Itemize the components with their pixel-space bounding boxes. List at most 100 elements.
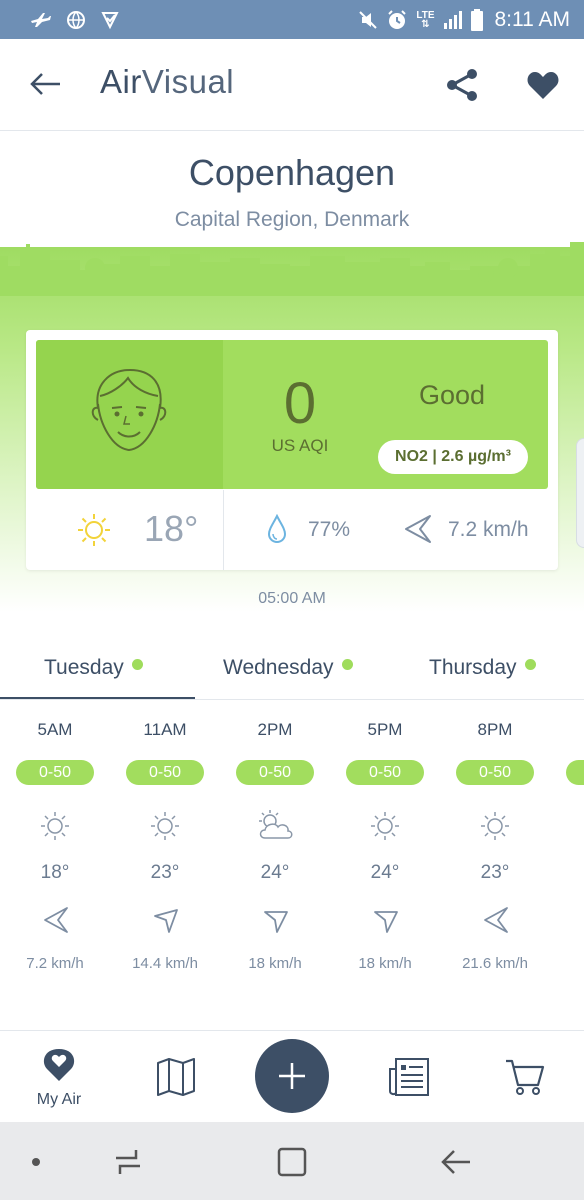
sun-icon (371, 812, 399, 840)
sun-icon (78, 514, 110, 546)
news-icon (389, 1058, 429, 1096)
aqi-unit: US AQI (271, 436, 329, 455)
alarm-icon (388, 9, 407, 29)
partly-cloudy-icon (259, 810, 293, 839)
current-weather: 18° 77% 7.2 km/h (26, 490, 558, 570)
forecast-aqi-badge: 0-50 (236, 760, 314, 785)
aqi-status: Good (418, 380, 486, 410)
aqi-dot (341, 658, 353, 670)
bottom-nav: My Air (0, 1030, 584, 1122)
forecast-item: 21 (550, 700, 584, 1000)
wind-direction-icon (374, 911, 398, 933)
home-button[interactable] (272, 1142, 312, 1182)
main-pollutant-badge: NO2 | 2.6 µg/m³ (378, 440, 528, 474)
globe-icon (67, 10, 85, 29)
current-temperature: 18° (144, 508, 199, 549)
forecast-aqi-badge (566, 760, 584, 785)
forecast-item: 8PM 0-50 23° 21.6 km/h (440, 700, 550, 1000)
signal-icon (443, 10, 462, 29)
heart-location-icon (43, 1049, 75, 1081)
assistant-dot-button[interactable] (20, 1142, 60, 1182)
nav-news[interactable] (384, 1031, 434, 1123)
city-skyline-illustration (0, 242, 584, 296)
forecast-temperature: 18° (40, 862, 70, 883)
add-location-button[interactable] (255, 1039, 329, 1113)
wind-speed-value: 7.2 km/h (448, 518, 529, 541)
wind-direction-icon (154, 909, 178, 933)
nav-my-air[interactable]: My Air (24, 1031, 94, 1123)
forecast-time: 2PM (257, 720, 293, 739)
home-square-icon (277, 1147, 307, 1177)
sun-icon (481, 812, 509, 840)
aqi-card[interactable]: 0 US AQI Good NO2 | 2.6 µg/m³ 18° 77% 7.… (26, 330, 558, 570)
forecast-aqi-badge: 0-50 (346, 760, 424, 785)
forecast-item: 5PM 0-50 24° 18 km/h (330, 700, 440, 1000)
back-arrow-icon (441, 1150, 470, 1174)
water-drop-icon (267, 514, 287, 544)
airplane-mode-icon (31, 12, 51, 27)
wind-direction-icon (44, 907, 68, 933)
wind-direction-icon (484, 907, 508, 933)
cart-icon (506, 1059, 545, 1095)
city-name: Copenhagen (188, 152, 396, 193)
system-back-button[interactable] (436, 1142, 476, 1182)
forecast-wind: 18 km/h (248, 955, 302, 972)
forecast-aqi-badge: 0-50 (16, 760, 94, 785)
humidity-value: 77% (308, 518, 351, 541)
forecast-wind: 7.2 km/h (26, 955, 84, 972)
favorite-button[interactable] (526, 69, 560, 101)
tab-thursday[interactable]: Thursday (429, 640, 536, 700)
forecast-aqi-badge: 0-50 (456, 760, 534, 785)
day-tabs: Tuesday Wednesday Thursday (0, 640, 584, 700)
forecast-time: 5AM (37, 720, 73, 739)
hourly-forecast[interactable]: 5AM 0-50 18° 7.2 km/h 11AM 0-50 23° 14.4… (0, 700, 584, 1000)
forecast-item: 11AM 0-50 23° 14.4 km/h (110, 700, 220, 1000)
dot-icon (32, 1158, 40, 1166)
heart-icon (527, 72, 559, 99)
back-button[interactable] (28, 69, 62, 99)
aqi-dot (524, 658, 536, 670)
app-header: AirVisual (0, 39, 584, 131)
divider (223, 490, 224, 570)
battery-icon (470, 8, 483, 31)
download-check-icon (101, 11, 119, 29)
nav-shop[interactable] (502, 1031, 550, 1123)
back-arrow-icon (30, 73, 60, 95)
system-navigation-bar (0, 1122, 584, 1200)
forecast-wind: 21 (550, 955, 584, 972)
status-bar: LTE ⇅ 8:11 AM (0, 0, 584, 39)
app-title: AirVisual (100, 63, 235, 100)
network-type: LTE ⇅ (416, 9, 435, 30)
forecast-time: 11AM (143, 720, 187, 739)
tab-wednesday[interactable]: Wednesday (223, 640, 353, 700)
recent-apps-icon (116, 1150, 140, 1174)
nav-label: My Air (36, 1091, 82, 1108)
aqi-value: 0 (283, 371, 317, 436)
forecast-temperature: 23° (480, 862, 510, 883)
side-panel-handle[interactable] (576, 438, 584, 548)
recent-apps-button[interactable] (108, 1142, 148, 1182)
share-icon (447, 69, 477, 101)
forecast-temperature: 24° (370, 862, 400, 883)
forecast-temperature: 24° (260, 862, 290, 883)
nav-map[interactable] (152, 1031, 198, 1123)
forecast-item: 5AM 0-50 18° 7.2 km/h (0, 700, 110, 1000)
aqi-summary: 0 US AQI Good NO2 | 2.6 µg/m³ (36, 340, 548, 489)
forecast-wind: 18 km/h (358, 955, 412, 972)
share-button[interactable] (444, 67, 480, 103)
forecast-time: 5PM (367, 720, 403, 739)
active-tab-indicator (0, 697, 195, 699)
aqi-face-panel (36, 340, 223, 489)
forecast-temperature: 23° (150, 862, 180, 883)
aqi-dot (131, 658, 143, 670)
happy-face-icon (91, 368, 167, 452)
forecast-wind: 14.4 km/h (132, 955, 198, 972)
tab-tuesday[interactable]: Tuesday (44, 640, 143, 700)
wind-direction-icon (405, 515, 431, 543)
plus-icon (279, 1063, 305, 1089)
forecast-time: 8PM (477, 720, 513, 739)
wind-direction-icon (264, 911, 288, 933)
region-name: Capital Region, Denmark (174, 208, 410, 231)
sun-icon (41, 812, 69, 840)
update-time: 05:00 AM (258, 590, 326, 607)
